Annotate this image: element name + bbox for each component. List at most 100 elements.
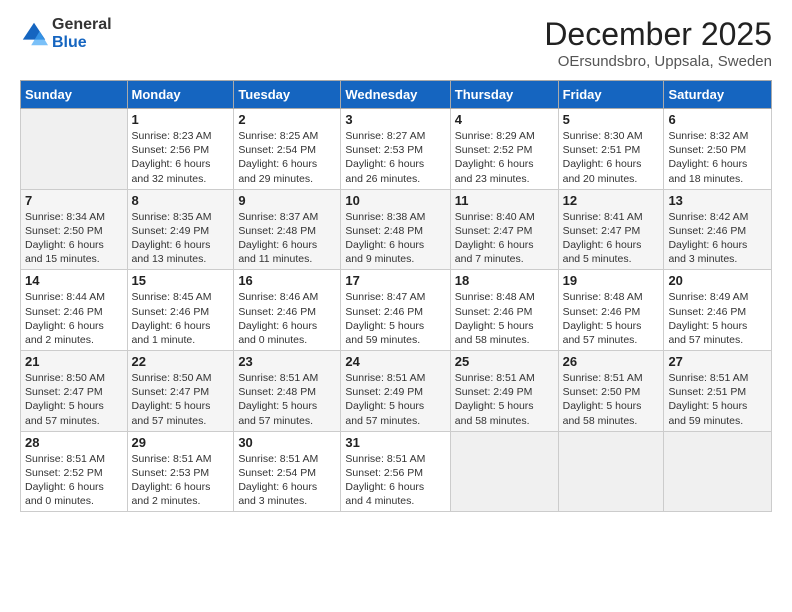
day-number: 4: [455, 112, 554, 127]
day-number: 24: [345, 354, 445, 369]
day-cell: 21 Sunrise: 8:50 AM Sunset: 2:47 PM Dayli…: [21, 351, 128, 432]
day-number: 6: [668, 112, 767, 127]
day-info: Sunrise: 8:40 AM Sunset: 2:47 PM Dayligh…: [455, 210, 554, 267]
day-number: 13: [668, 193, 767, 208]
day-info: Sunrise: 8:44 AM Sunset: 2:46 PM Dayligh…: [25, 290, 123, 347]
day-number: 11: [455, 193, 554, 208]
week-row-5: 28Sunrise: 8:51 AM Sunset: 2:52 PM Dayli…: [21, 431, 772, 512]
day-number: 25: [455, 354, 554, 369]
header: General Blue December 2025 OErsundsbro, …: [20, 16, 772, 70]
day-number: 8: [132, 193, 230, 208]
title-block: December 2025 OErsundsbro, Uppsala, Swed…: [544, 16, 772, 70]
day-cell: 26 Sunrise: 8:51 AM Sunset: 2:50 PM Dayli…: [558, 351, 664, 432]
day-number: 7: [25, 193, 123, 208]
calendar-subtitle: OErsundsbro, Uppsala, Sweden: [544, 53, 772, 70]
day-number: 17: [345, 273, 445, 288]
day-cell: 15Sunrise: 8:45 AM Sunset: 2:46 PM Dayli…: [127, 270, 234, 351]
day-info: Sunrise: 8:51 AM Sunset: 2:54 PM Dayligh…: [238, 452, 336, 509]
col-header-sunday: Sunday: [21, 81, 128, 109]
day-cell: 3Sunrise: 8:27 AM Sunset: 2:53 PM Daylig…: [341, 109, 450, 190]
day-info: Sunrise: 8:51 AM Sunset: 2:51 PM Dayligh…: [668, 371, 767, 428]
day-number: 14: [25, 273, 123, 288]
day-cell: 22Sunrise: 8:50 AM Sunset: 2:47 PM Dayli…: [127, 351, 234, 432]
day-info: Sunrise: 8:51 AM Sunset: 2:49 PM Dayligh…: [345, 371, 445, 428]
page: General Blue December 2025 OErsundsbro, …: [0, 0, 792, 612]
day-info: Sunrise: 8:51 AM Sunset: 2:53 PM Dayligh…: [132, 452, 230, 509]
day-number: 1: [132, 112, 230, 127]
week-row-1: 1 Sunrise: 8:23 AM Sunset: 2:56 PM Daylig…: [21, 109, 772, 190]
day-cell: 30 Sunrise: 8:51 AM Sunset: 2:54 PM Dayli…: [234, 431, 341, 512]
day-info: Sunrise: 8:48 AM Sunset: 2:46 PM Dayligh…: [563, 290, 660, 347]
day-cell: 4 Sunrise: 8:29 AM Sunset: 2:52 PM Daylig…: [450, 109, 558, 190]
logo: General Blue: [20, 16, 112, 51]
col-header-monday: Monday: [127, 81, 234, 109]
day-cell: 12 Sunrise: 8:41 AM Sunset: 2:47 PM Dayli…: [558, 189, 664, 270]
day-cell: 1 Sunrise: 8:23 AM Sunset: 2:56 PM Daylig…: [127, 109, 234, 190]
day-cell: 24 Sunrise: 8:51 AM Sunset: 2:49 PM Dayli…: [341, 351, 450, 432]
logo-blue-text: Blue: [52, 34, 112, 52]
week-row-3: 14 Sunrise: 8:44 AM Sunset: 2:46 PM Dayli…: [21, 270, 772, 351]
day-info: Sunrise: 8:51 AM Sunset: 2:48 PM Dayligh…: [238, 371, 336, 428]
day-number: 10: [345, 193, 445, 208]
day-cell: 27Sunrise: 8:51 AM Sunset: 2:51 PM Dayli…: [664, 351, 772, 432]
day-cell: 18 Sunrise: 8:48 AM Sunset: 2:46 PM Dayli…: [450, 270, 558, 351]
day-number: 5: [563, 112, 660, 127]
col-header-tuesday: Tuesday: [234, 81, 341, 109]
day-cell: [450, 431, 558, 512]
day-cell: 13 Sunrise: 8:42 AM Sunset: 2:46 PM Dayli…: [664, 189, 772, 270]
logo-general-text: General: [52, 16, 112, 34]
day-info: Sunrise: 8:48 AM Sunset: 2:46 PM Dayligh…: [455, 290, 554, 347]
day-info: Sunrise: 8:38 AM Sunset: 2:48 PM Dayligh…: [345, 210, 445, 267]
col-header-wednesday: Wednesday: [341, 81, 450, 109]
day-info: Sunrise: 8:51 AM Sunset: 2:50 PM Dayligh…: [563, 371, 660, 428]
day-cell: 17 Sunrise: 8:47 AM Sunset: 2:46 PM Dayli…: [341, 270, 450, 351]
day-cell: 31 Sunrise: 8:51 AM Sunset: 2:56 PM Dayli…: [341, 431, 450, 512]
day-info: Sunrise: 8:46 AM Sunset: 2:46 PM Dayligh…: [238, 290, 336, 347]
header-row: SundayMondayTuesdayWednesdayThursdayFrid…: [21, 81, 772, 109]
day-cell: 6 Sunrise: 8:32 AM Sunset: 2:50 PM Daylig…: [664, 109, 772, 190]
day-info: Sunrise: 8:42 AM Sunset: 2:46 PM Dayligh…: [668, 210, 767, 267]
day-info: Sunrise: 8:34 AM Sunset: 2:50 PM Dayligh…: [25, 210, 123, 267]
day-number: 31: [345, 435, 445, 450]
day-cell: 16 Sunrise: 8:46 AM Sunset: 2:46 PM Dayli…: [234, 270, 341, 351]
day-cell: 10 Sunrise: 8:38 AM Sunset: 2:48 PM Dayli…: [341, 189, 450, 270]
day-info: Sunrise: 8:23 AM Sunset: 2:56 PM Dayligh…: [132, 129, 230, 186]
day-info: Sunrise: 8:25 AM Sunset: 2:54 PM Dayligh…: [238, 129, 336, 186]
day-number: 2: [238, 112, 336, 127]
day-number: 23: [238, 354, 336, 369]
day-number: 28: [25, 435, 123, 450]
day-number: 19: [563, 273, 660, 288]
day-cell: 29Sunrise: 8:51 AM Sunset: 2:53 PM Dayli…: [127, 431, 234, 512]
day-cell: 28Sunrise: 8:51 AM Sunset: 2:52 PM Dayli…: [21, 431, 128, 512]
day-number: 16: [238, 273, 336, 288]
day-info: Sunrise: 8:50 AM Sunset: 2:47 PM Dayligh…: [25, 371, 123, 428]
day-number: 30: [238, 435, 336, 450]
day-info: Sunrise: 8:41 AM Sunset: 2:47 PM Dayligh…: [563, 210, 660, 267]
day-number: 18: [455, 273, 554, 288]
day-cell: [21, 109, 128, 190]
day-info: Sunrise: 8:47 AM Sunset: 2:46 PM Dayligh…: [345, 290, 445, 347]
col-header-friday: Friday: [558, 81, 664, 109]
day-number: 20: [668, 273, 767, 288]
day-info: Sunrise: 8:51 AM Sunset: 2:49 PM Dayligh…: [455, 371, 554, 428]
day-info: Sunrise: 8:27 AM Sunset: 2:53 PM Dayligh…: [345, 129, 445, 186]
day-number: 21: [25, 354, 123, 369]
day-cell: 20Sunrise: 8:49 AM Sunset: 2:46 PM Dayli…: [664, 270, 772, 351]
day-info: Sunrise: 8:32 AM Sunset: 2:50 PM Dayligh…: [668, 129, 767, 186]
day-number: 12: [563, 193, 660, 208]
calendar-table: SundayMondayTuesdayWednesdayThursdayFrid…: [20, 80, 772, 512]
day-cell: 7 Sunrise: 8:34 AM Sunset: 2:50 PM Daylig…: [21, 189, 128, 270]
day-cell: 19 Sunrise: 8:48 AM Sunset: 2:46 PM Dayli…: [558, 270, 664, 351]
day-number: 22: [132, 354, 230, 369]
day-cell: 5Sunrise: 8:30 AM Sunset: 2:51 PM Daylig…: [558, 109, 664, 190]
day-cell: [558, 431, 664, 512]
day-info: Sunrise: 8:29 AM Sunset: 2:52 PM Dayligh…: [455, 129, 554, 186]
week-row-2: 7 Sunrise: 8:34 AM Sunset: 2:50 PM Daylig…: [21, 189, 772, 270]
day-number: 9: [238, 193, 336, 208]
day-info: Sunrise: 8:51 AM Sunset: 2:56 PM Dayligh…: [345, 452, 445, 509]
day-cell: 9Sunrise: 8:37 AM Sunset: 2:48 PM Daylig…: [234, 189, 341, 270]
calendar-title: December 2025: [544, 16, 772, 53]
day-cell: 8Sunrise: 8:35 AM Sunset: 2:49 PM Daylig…: [127, 189, 234, 270]
logo-icon: [20, 20, 48, 48]
day-number: 26: [563, 354, 660, 369]
